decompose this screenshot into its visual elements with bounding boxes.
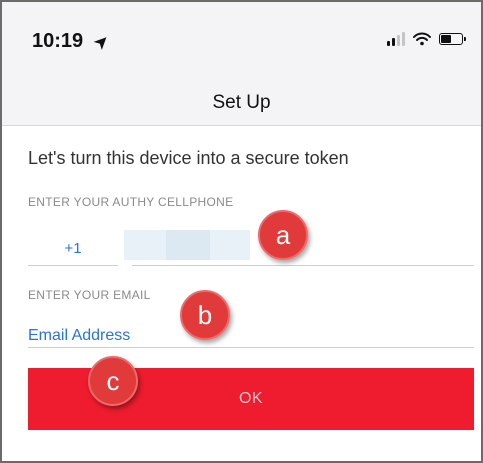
phone-label: ENTER YOUR AUTHY CELLPHONE (28, 195, 234, 209)
country-code-selector[interactable]: +1 (28, 234, 118, 266)
callout-c: c (88, 356, 138, 406)
email-label: ENTER YOUR EMAIL (28, 288, 151, 302)
header-area: 10:19 ➤ Set Up (2, 2, 481, 126)
cellular-signal-icon (387, 32, 405, 46)
email-input[interactable] (28, 324, 474, 348)
status-time: 10:19 ➤ (32, 30, 113, 53)
setup-tagline: Let's turn this device into a secure tok… (28, 148, 349, 168)
phone-number-redaction (124, 230, 250, 260)
phone-screen: 10:19 ➤ Set Up Let's turn this device in… (0, 0, 483, 463)
battery-icon (439, 33, 466, 45)
callout-a: a (258, 210, 308, 260)
status-icons (387, 32, 466, 46)
page-title: Set Up (212, 92, 271, 113)
location-arrow-icon: ➤ (91, 31, 113, 54)
ok-button-label: OK (239, 390, 263, 407)
wifi-icon (413, 32, 431, 46)
status-time-text: 10:19 (32, 30, 84, 52)
callout-b: b (180, 290, 230, 340)
